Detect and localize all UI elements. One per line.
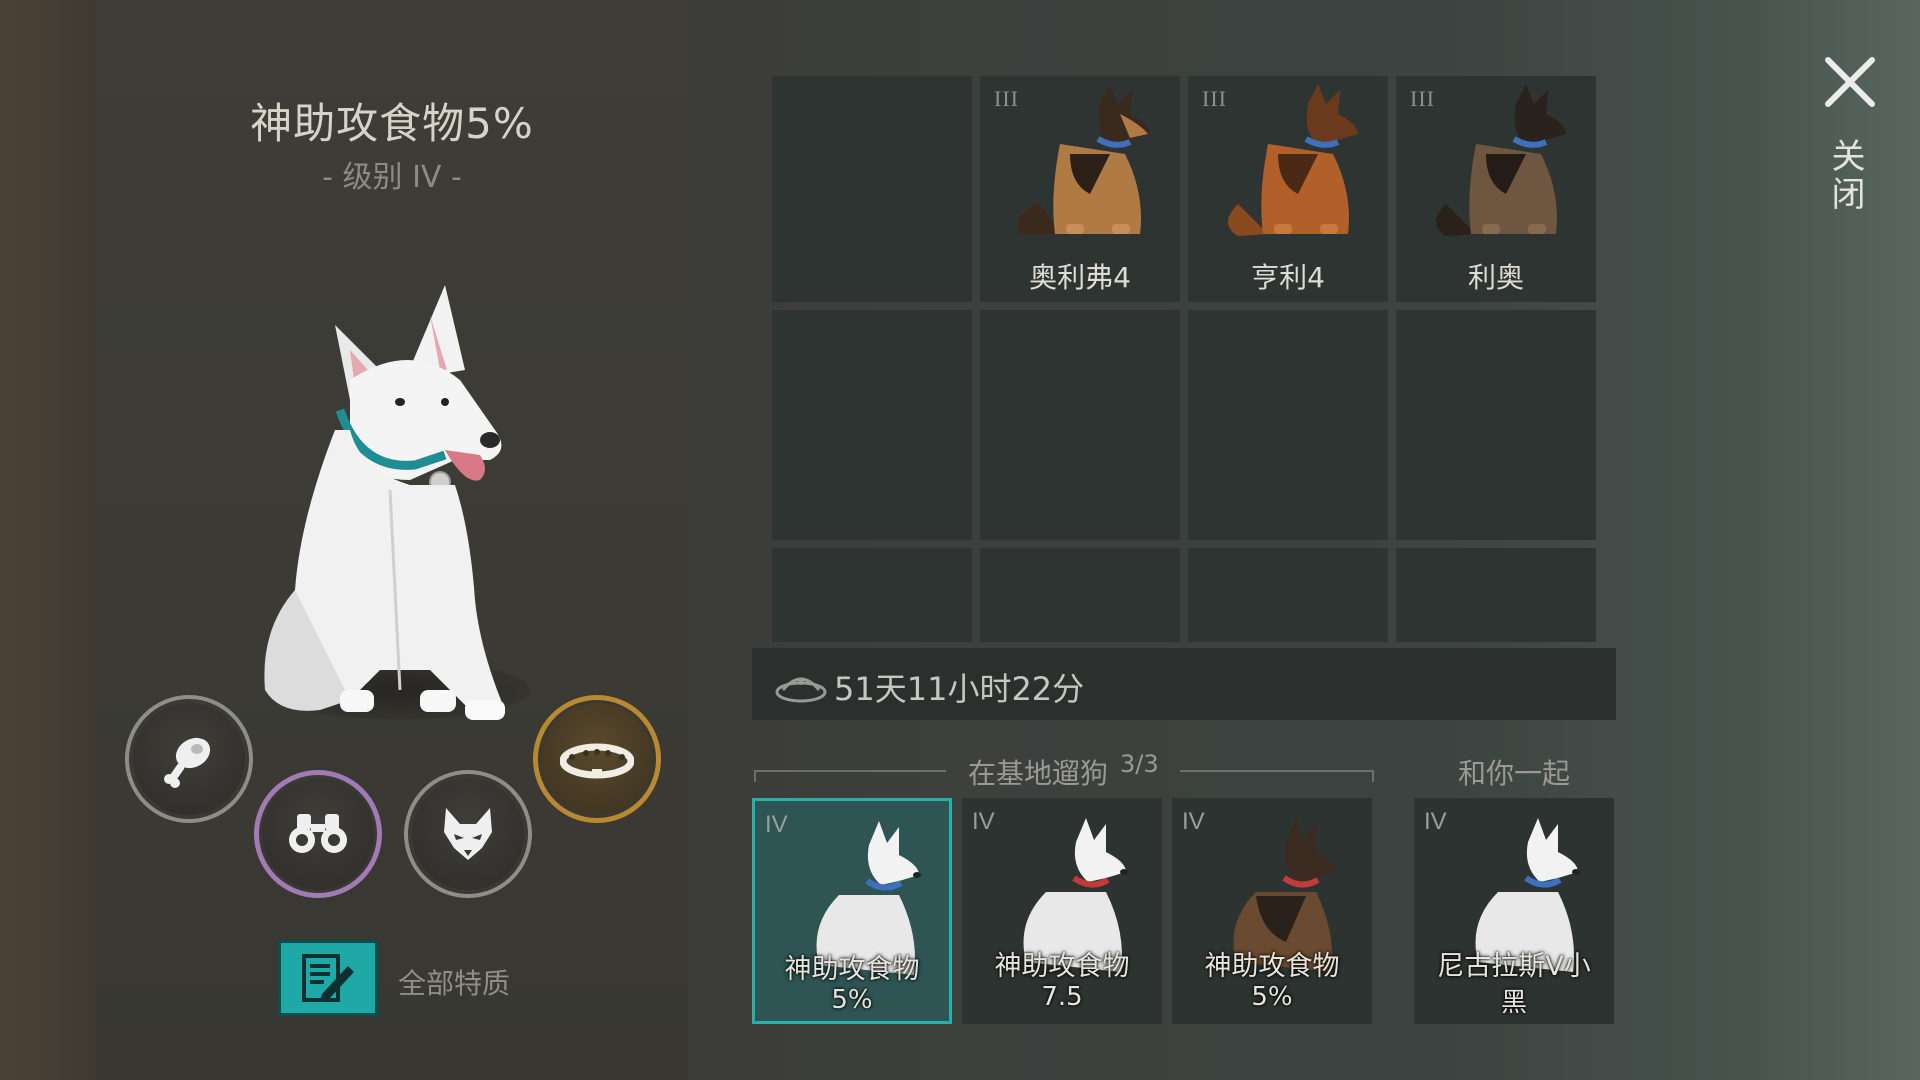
dog-name: 利奥 <box>1467 261 1524 294</box>
kennel-slot-empty[interactable] <box>1188 548 1388 642</box>
walking-dog-slot[interactable]: IV 神助攻食物 5% <box>1172 798 1372 1024</box>
kennel-slot-empty[interactable] <box>980 310 1180 540</box>
food-timer-text: 51天11小时22分 <box>834 670 1085 708</box>
dog-level-badge: IV <box>1424 808 1447 835</box>
section-divider <box>1372 770 1374 782</box>
meat-icon <box>164 737 211 788</box>
left-background <box>0 0 96 1080</box>
kennel-slot-empty[interactable] <box>1188 310 1388 540</box>
dog-level: - 级别 IV - <box>322 160 462 195</box>
all-traits-label[interactable]: 全部特质 <box>398 962 510 1002</box>
binoculars-icon <box>289 814 347 853</box>
section-divider <box>754 770 756 782</box>
shepherd-dog-image <box>1017 84 1150 234</box>
kennel-slot-leo[interactable]: III 利奥 <box>1396 76 1596 302</box>
dog-name-line2: 5% <box>1251 982 1293 1012</box>
companion-dog-slot[interactable]: IV 尼古拉斯V小 黑 <box>1414 798 1614 1024</box>
food-timer-bar: 51天11小时22分 <box>752 648 1616 720</box>
close-icon[interactable] <box>1820 52 1880 112</box>
scout-skill-button[interactable] <box>254 770 382 898</box>
dog-level-badge: IV <box>1182 808 1205 835</box>
dog-name-line2: 5% <box>831 985 873 1015</box>
with-you-label: 和你一起 <box>1458 757 1571 790</box>
dog-name-line2: 7.5 <box>1041 982 1083 1012</box>
section-divider <box>1180 770 1374 772</box>
notepad-pen-icon <box>302 954 354 1002</box>
close-button-label[interactable]: 关闭 <box>1825 138 1870 214</box>
spiked-collar-icon <box>560 743 634 779</box>
white-dog-model <box>264 285 505 720</box>
dog-level-badge: IV <box>972 808 995 835</box>
walking-dog-slot[interactable]: IV 神助攻食物 5% <box>752 798 952 1024</box>
kennel-slot-empty[interactable] <box>1396 548 1596 642</box>
walking-section-label: 在基地遛狗 <box>968 757 1109 790</box>
kennel-slot-empty[interactable] <box>980 548 1180 642</box>
dog-name-line1: 尼古拉斯V小 <box>1437 951 1591 982</box>
dog-name-line1: 神助攻食物 <box>1204 951 1340 982</box>
kennel-slot-empty[interactable] <box>772 548 972 642</box>
walking-count: 3/3 <box>1120 750 1159 778</box>
dog-title: 神助攻食物5% <box>250 99 534 148</box>
food-bowl-icon <box>775 677 827 703</box>
kennel-slot-henry[interactable]: III 亨利4 <box>1188 76 1388 302</box>
meat-skill-button[interactable] <box>125 695 253 823</box>
kennel-slot-oliver[interactable]: III 奥利弗4 <box>980 76 1180 302</box>
all-traits-button[interactable] <box>278 940 378 1016</box>
shepherd-dog-image <box>1228 84 1358 236</box>
walking-dog-slot[interactable]: IV 神助攻食物 7.5 <box>962 798 1162 1024</box>
fox-skill-button[interactable] <box>404 770 532 898</box>
dog-name-line2: 黑 <box>1500 988 1527 1018</box>
fox-head-icon <box>444 808 492 860</box>
dog-name-line1: 神助攻食物 <box>784 954 920 985</box>
kennel-slot-empty[interactable] <box>772 310 972 540</box>
dog-level-badge: IV <box>765 811 788 838</box>
dog-name: 奥利弗4 <box>1029 261 1131 294</box>
dog-name: 亨利4 <box>1251 261 1325 294</box>
section-divider <box>754 770 946 772</box>
collar-skill-button[interactable] <box>533 695 661 823</box>
kennel-slot-empty[interactable] <box>772 76 972 302</box>
shepherd-dog-image <box>1436 84 1566 236</box>
dog-name-line1: 神助攻食物 <box>994 951 1130 982</box>
kennel-slot-empty[interactable] <box>1396 310 1596 540</box>
